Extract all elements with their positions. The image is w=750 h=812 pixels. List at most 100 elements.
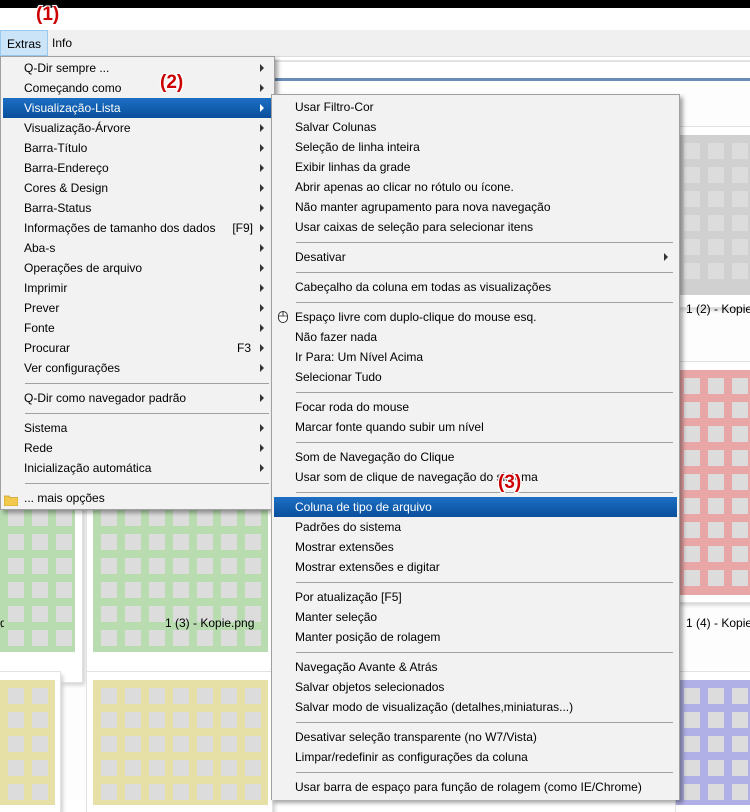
thumbnail-red-right[interactable] xyxy=(676,362,750,602)
extras-menu-item-cores-design[interactable]: Cores & Design xyxy=(3,178,273,198)
extras-menu-item-label: Q-Dir como navegador padrão xyxy=(24,391,187,405)
list-view-submenu-item-ir-para-um-nivel-acima[interactable]: Ir Para: Um Nível Acima xyxy=(274,347,677,367)
list-view-submenu-item-coluna-de-tipo-de-arquivo[interactable]: Coluna de tipo de arquivo xyxy=(274,497,677,517)
submenu-arrow-icon xyxy=(664,253,668,261)
list-view-submenu-item-label: Som de Navegação do Clique xyxy=(295,450,455,464)
extras-menu-item-ver-configuracoes[interactable]: Ver configurações xyxy=(3,358,273,378)
thumbnail-blue-right[interactable] xyxy=(676,672,750,812)
list-view-submenu-item-cabecalho-da-coluna-em-todas-as-visualizacoes[interactable]: Cabeçalho da coluna em todas as visualiz… xyxy=(274,277,677,297)
list-view-submenu-item-label: Desativar xyxy=(295,250,346,264)
list-view-submenu-item-desativar[interactable]: Desativar xyxy=(274,247,677,267)
list-view-submenu-item-desativar-selecao-transparente-no-w7-vista[interactable]: Desativar seleção transparente (no W7/Vi… xyxy=(274,727,677,747)
extras-menu-item-fonte[interactable]: Fonte xyxy=(3,318,273,338)
extras-menu-item-label: Imprimir xyxy=(24,281,68,295)
list-view-submenu-item-por-atualizacao-f5[interactable]: Por atualização [F5] xyxy=(274,587,677,607)
thumbnail-yellow[interactable] xyxy=(87,672,272,812)
list-view-submenu-item-focar-roda-do-mouse[interactable]: Focar roda do mouse xyxy=(274,397,677,417)
thumbnail-gray-right[interactable] xyxy=(676,127,750,307)
submenu-arrow-icon xyxy=(260,324,264,332)
extras-menu-item-visualizacao-lista[interactable]: Visualização-Lista xyxy=(3,98,273,118)
thumbnail-yellow-left[interactable] xyxy=(0,672,60,812)
annotation-3: (3) xyxy=(498,472,522,493)
extras-menu-item-operacoes-de-arquivo[interactable]: Operações de arquivo xyxy=(3,258,273,278)
menu-separator xyxy=(296,442,673,443)
list-view-submenu-item-salvar-modo-de-visualizacao-detalhes-miniaturas[interactable]: Salvar modo de visualização (detalhes,mi… xyxy=(274,697,677,717)
list-view-submenu-item-usar-filtro-cor[interactable]: Usar Filtro-Cor xyxy=(274,97,677,117)
extras-menu-item-barra-status[interactable]: Barra-Status xyxy=(3,198,273,218)
list-view-submenu-item-label: Salvar objetos selecionados xyxy=(295,680,445,694)
extras-menu-item-label: Aba-s xyxy=(24,241,56,255)
list-view-submenu-item-label: Espaço livre com duplo-clique do mouse e… xyxy=(295,310,537,324)
list-view-submenu-item-abrir-apenas-ao-clicar-no-rotulo-ou-icone[interactable]: Abrir apenas ao clicar no rótulo ou ícon… xyxy=(274,177,677,197)
list-view-submenu-item-salvar-colunas[interactable]: Salvar Colunas xyxy=(274,117,677,137)
list-view-submenu-item-manter-selecao[interactable]: Manter seleção xyxy=(274,607,677,627)
menu-separator xyxy=(296,272,673,273)
extras-menu-item-aba-s[interactable]: Aba-s xyxy=(3,238,273,258)
list-view-submenu-item-espaco-livre-com-duplo-clique-do-mouse-esq[interactable]: Espaço livre com duplo-clique do mouse e… xyxy=(274,307,677,327)
thumbnail-caption: 1 (3) - Kopie.png xyxy=(165,616,255,630)
thumbnail-green[interactable] xyxy=(87,492,272,682)
list-view-submenu-item-nao-fazer-nada[interactable]: Não fazer nada xyxy=(274,327,677,347)
list-view-submenu-item-limpar-redefinir-as-configuracoes-da-coluna[interactable]: Limpar/redefinir as configurações da col… xyxy=(274,747,677,767)
list-view-submenu-item-label: Ir Para: Um Nível Acima xyxy=(295,350,424,364)
thumbnail-green-left[interactable] xyxy=(0,492,82,682)
list-view-submenu-item-som-de-navegacao-do-clique[interactable]: Som de Navegação do Clique xyxy=(274,447,677,467)
submenu-arrow-icon xyxy=(260,394,264,402)
list-view-submenu-item-padroes-do-sistema[interactable]: Padrões do sistema xyxy=(274,517,677,537)
extras-menu-item-mais-opcoes[interactable]: ... mais opções xyxy=(3,488,273,508)
extras-menu-item-label: Cores & Design xyxy=(24,181,109,195)
submenu-arrow-icon xyxy=(260,144,264,152)
extras-menu-item-barra-titulo[interactable]: Barra-Título xyxy=(3,138,273,158)
extras-menu-item-prever[interactable]: Prever xyxy=(3,298,273,318)
list-view-submenu-item-mostrar-extensoes-e-digitar[interactable]: Mostrar extensões e digitar xyxy=(274,557,677,577)
list-view-submenu-item-mostrar-extensoes[interactable]: Mostrar extensões xyxy=(274,537,677,557)
submenu-arrow-icon xyxy=(260,464,264,472)
list-view-submenu-item-exibir-linhas-da-grade[interactable]: Exibir linhas da grade xyxy=(274,157,677,177)
list-view-submenu-item-usar-caixas-de-selecao-para-selecionar-itens[interactable]: Usar caixas de seleção para selecionar i… xyxy=(274,217,677,237)
extras-menu-item-rede[interactable]: Rede xyxy=(3,438,273,458)
list-view-submenu-item-label: Marcar fonte quando subir um nível xyxy=(295,420,484,434)
menu-separator xyxy=(296,492,673,493)
extras-menu-item-q-dir-como-navegador-padrao[interactable]: Q-Dir como navegador padrão xyxy=(3,388,273,408)
submenu-arrow-icon xyxy=(260,224,264,232)
extras-menu-item-comecando-como[interactable]: Começando como xyxy=(3,78,273,98)
list-view-submenu-item-usar-barra-de-espaco-para-funcao-de-rolagem-como-ie-chrome[interactable]: Usar barra de espaço para função de rola… xyxy=(274,777,677,797)
extras-menu-item-label: Barra-Status xyxy=(24,201,92,215)
extras-menu-item-label: Barra-Endereço xyxy=(24,161,109,175)
annotation-1: (1) xyxy=(36,4,60,25)
menu-info[interactable]: Info xyxy=(46,30,78,56)
list-view-submenu-item-label: Abrir apenas ao clicar no rótulo ou ícon… xyxy=(295,180,514,194)
list-view-submenu-item-manter-posicao-de-rolagem[interactable]: Manter posição de rolagem xyxy=(274,627,677,647)
extras-menu-item-label: Prever xyxy=(24,301,60,315)
extras-menu-item-label: Barra-Título xyxy=(24,141,88,155)
extras-menu-item-label: Fonte xyxy=(24,321,55,335)
extras-menu-item-label: Visualização-Lista xyxy=(24,101,121,115)
list-view-submenu-item-nao-manter-agrupamento-para-nova-navegacao[interactable]: Não manter agrupamento para nova navegaç… xyxy=(274,197,677,217)
extras-menu-item-inicializacao-automatica[interactable]: Inicialização automática xyxy=(3,458,273,478)
extras-menu-item-sistema[interactable]: Sistema xyxy=(3,418,273,438)
folder-icon xyxy=(3,492,19,512)
list-view-submenu-item-usar-som-de-clique-de-navegacao-do-sistema[interactable]: Usar som de clique de navegação do siste… xyxy=(274,467,677,487)
extras-menu-item-informacoes-de-tamanho-dos-dados[interactable]: Informações de tamanho dos dados [F9] xyxy=(3,218,273,238)
extras-menu-item-label: Informações de tamanho dos dados xyxy=(24,221,216,235)
list-view-submenu-item-selecao-de-linha-inteira[interactable]: Seleção de linha inteira xyxy=(274,137,677,157)
list-view-submenu-item-salvar-objetos-selecionados[interactable]: Salvar objetos selecionados xyxy=(274,677,677,697)
list-view-submenu-item-navegacao-avante-atras[interactable]: Navegação Avante & Atrás xyxy=(274,657,677,677)
thumb-image xyxy=(676,370,750,595)
menu-extras[interactable]: Extras xyxy=(0,30,49,56)
extras-menu-item-visualizacao-arvore[interactable]: Visualização-Árvore xyxy=(3,118,273,138)
menu-separator xyxy=(296,722,673,723)
thumb-image xyxy=(676,680,750,805)
list-view-submenu-item-label: Mostrar extensões e digitar xyxy=(295,560,440,574)
list-view-submenu-item-marcar-fonte-quando-subir-um-nivel[interactable]: Marcar fonte quando subir um nível xyxy=(274,417,677,437)
submenu-arrow-icon xyxy=(260,244,264,252)
extras-menu-item-imprimir[interactable]: Imprimir xyxy=(3,278,273,298)
submenu-arrow-icon xyxy=(260,344,264,352)
extras-menu-item-q-dir-sempre[interactable]: Q-Dir sempre ... xyxy=(3,58,273,78)
thumb-image xyxy=(93,680,268,805)
list-view-submenu-item-selecionar-tudo[interactable]: Selecionar Tudo xyxy=(274,367,677,387)
extras-menu-item-barra-endereco[interactable]: Barra-Endereço xyxy=(3,158,273,178)
menu-separator xyxy=(296,652,673,653)
list-view-submenu-item-label: Selecionar Tudo xyxy=(295,370,382,384)
extras-menu-item-procurar[interactable]: Procurar F3 xyxy=(3,338,273,358)
